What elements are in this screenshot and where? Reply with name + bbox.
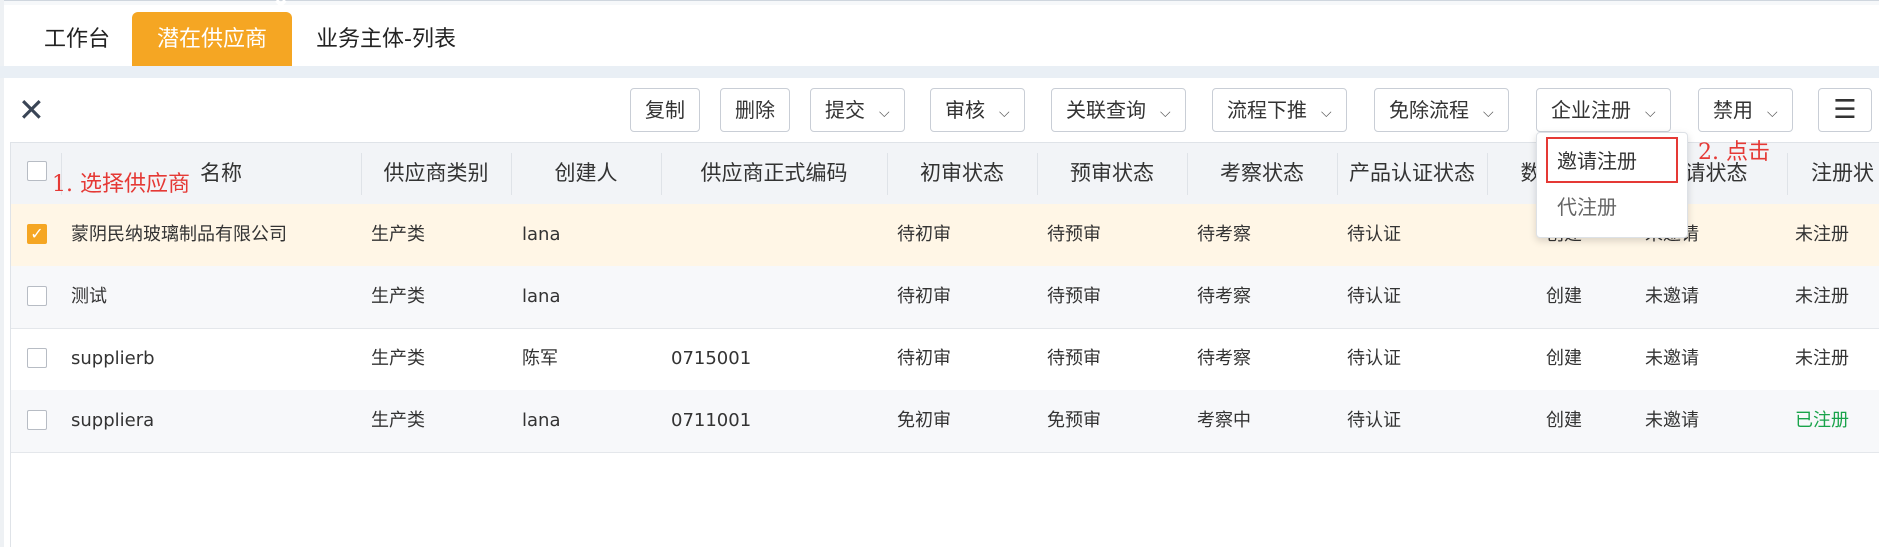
header-category[interactable]: 供应商类别 [361, 143, 511, 205]
chevron-down-icon: ⌵ [1645, 105, 1656, 121]
cell-invite-status: 未邀请 [1645, 410, 1699, 431]
disable-button-label: 禁用 [1713, 98, 1753, 122]
cell-product-cert: 待认证 [1347, 224, 1401, 245]
header-formal-code[interactable]: 供应商正式编码 [661, 143, 887, 205]
exempt-process-button[interactable]: 免除流程 ⌵ [1374, 88, 1509, 132]
chevron-down-icon: ⌵ [1321, 105, 1332, 121]
cell-creator: lana [522, 410, 561, 431]
audit-button[interactable]: 审核 ⌵ [930, 88, 1025, 132]
cell-code: 0715001 [671, 348, 752, 369]
tab-workbench[interactable]: 工作台 [44, 12, 110, 66]
cell-inspection: 待考察 [1197, 348, 1251, 369]
delete-button-label: 删除 [735, 98, 775, 122]
close-icon[interactable]: ✕ [18, 90, 45, 130]
row-checkbox-checked[interactable]: ✓ [27, 224, 47, 244]
tab-bar: 工作台 潜在供应商 ✖ 业务主体-列表 [0, 0, 1879, 66]
cell-pre-review: 待预审 [1047, 348, 1101, 369]
cell-product-cert: 待认证 [1347, 286, 1401, 307]
menu-icon[interactable]: ☰ [1818, 88, 1872, 132]
table-row[interactable]: supplierb 生产类 陈军 0715001 待初审 待预审 待考察 待认证… [11, 328, 1879, 391]
cell-register-status: 未注册 [1795, 286, 1849, 307]
header-pre-review[interactable]: 预审状态 [1037, 143, 1187, 205]
cell-category: 生产类 [371, 286, 425, 307]
cell-first-review: 待初审 [897, 224, 951, 245]
window-left-border [0, 0, 4, 547]
cell-pre-review: 待预审 [1047, 224, 1101, 245]
cell-category: 生产类 [371, 348, 425, 369]
cell-product-cert: 待认证 [1347, 410, 1401, 431]
cell-name: 蒙阴民纳玻璃制品有限公司 [71, 224, 287, 245]
submit-button[interactable]: 提交 ⌵ [810, 88, 905, 132]
cell-inspection: 待考察 [1197, 286, 1251, 307]
tab-business-entity-list[interactable]: 业务主体-列表 [316, 12, 456, 66]
annotation-step2: 2. 点击 [1698, 140, 1770, 165]
enterprise-register-button[interactable]: 企业注册 ⌵ [1536, 88, 1671, 132]
cell-register-status: 未注册 [1795, 348, 1849, 369]
select-all-checkbox[interactable] [27, 161, 47, 181]
cell-first-review: 免初审 [897, 410, 951, 431]
row-checkbox[interactable] [27, 410, 47, 430]
process-push-button-label: 流程下推 [1227, 98, 1307, 122]
cell-name: supplierb [71, 348, 155, 369]
cell-category: 生产类 [371, 410, 425, 431]
tab-potential-supplier-label: 潜在供应商 [156, 27, 267, 52]
cell-inspection: 待考察 [1197, 224, 1251, 245]
tab-close-icon[interactable]: ✖ [274, 0, 288, 16]
table-row[interactable]: suppliera 生产类 lana 0711001 免初审 免预审 考察中 待… [11, 390, 1879, 453]
cell-code: 0711001 [671, 410, 752, 431]
cell-pre-review: 免预审 [1047, 410, 1101, 431]
chevron-down-icon: ⌵ [1160, 105, 1171, 121]
enterprise-register-dropdown: 邀请注册 代注册 [1536, 132, 1688, 238]
tab-underbar [0, 66, 1879, 78]
row-checkbox[interactable] [27, 286, 47, 306]
cell-category: 生产类 [371, 224, 425, 245]
related-query-button[interactable]: 关联查询 ⌵ [1051, 88, 1186, 132]
cell-data-status: 创建 [1546, 410, 1582, 431]
related-query-button-label: 关联查询 [1066, 98, 1146, 122]
audit-button-label: 审核 [945, 98, 985, 122]
copy-button[interactable]: 复制 [630, 88, 700, 132]
cell-data-status: 创建 [1546, 348, 1582, 369]
toolbar: ✕ 复制 删除 提交 ⌵ 审核 ⌵ 关联查询 ⌵ 流程下推 ⌵ 免除流程 ⌵ 企业注册 ⌵ … [0, 86, 1879, 136]
chevron-down-icon: ⌵ [999, 105, 1010, 121]
row-checkbox[interactable] [27, 348, 47, 368]
header-creator[interactable]: 创建人 [511, 143, 661, 205]
cell-first-review: 待初审 [897, 286, 951, 307]
annotation-highlight-box [1546, 137, 1678, 183]
cell-invite-status: 未邀请 [1645, 286, 1699, 307]
process-push-button[interactable]: 流程下推 ⌵ [1212, 88, 1347, 132]
exempt-process-button-label: 免除流程 [1389, 98, 1469, 122]
cell-name: suppliera [71, 410, 155, 431]
cell-creator: lana [522, 286, 561, 307]
disable-button[interactable]: 禁用 ⌵ [1698, 88, 1793, 132]
cell-name: 测试 [71, 286, 107, 307]
header-register-status[interactable]: 注册状 [1811, 143, 1879, 205]
cell-invite-status: 未邀请 [1645, 348, 1699, 369]
cell-inspection: 考察中 [1197, 410, 1251, 431]
cell-creator: lana [522, 224, 561, 245]
delete-button[interactable]: 删除 [720, 88, 790, 132]
annotation-step1: 1. 选择供应商 [52, 172, 190, 197]
header-product-cert[interactable]: 产品认证状态 [1337, 143, 1487, 205]
submit-button-label: 提交 [825, 98, 865, 122]
cell-creator: 陈军 [522, 348, 558, 369]
header-first-review[interactable]: 初审状态 [887, 143, 1037, 205]
column-divider [1787, 153, 1788, 195]
cell-register-status: 未注册 [1795, 224, 1849, 245]
dropdown-item-proxy-register[interactable]: 代注册 [1537, 185, 1687, 229]
cell-pre-review: 待预审 [1047, 286, 1101, 307]
chevron-down-icon: ⌵ [879, 105, 890, 121]
chevron-down-icon: ⌵ [1483, 105, 1494, 121]
cell-product-cert: 待认证 [1347, 348, 1401, 369]
tab-potential-supplier[interactable]: 潜在供应商 ✖ [132, 0, 292, 66]
cell-data-status: 创建 [1546, 286, 1582, 307]
copy-button-label: 复制 [645, 98, 685, 122]
column-divider [1487, 153, 1488, 195]
table-row[interactable]: 测试 生产类 lana 待初审 待预审 待考察 待认证 创建 未邀请 未注册 [11, 266, 1879, 329]
enterprise-register-button-label: 企业注册 [1551, 98, 1631, 122]
chevron-down-icon: ⌵ [1767, 105, 1778, 121]
header-inspection[interactable]: 考察状态 [1187, 143, 1337, 205]
cell-register-status: 已注册 [1795, 410, 1849, 431]
cell-first-review: 待初审 [897, 348, 951, 369]
